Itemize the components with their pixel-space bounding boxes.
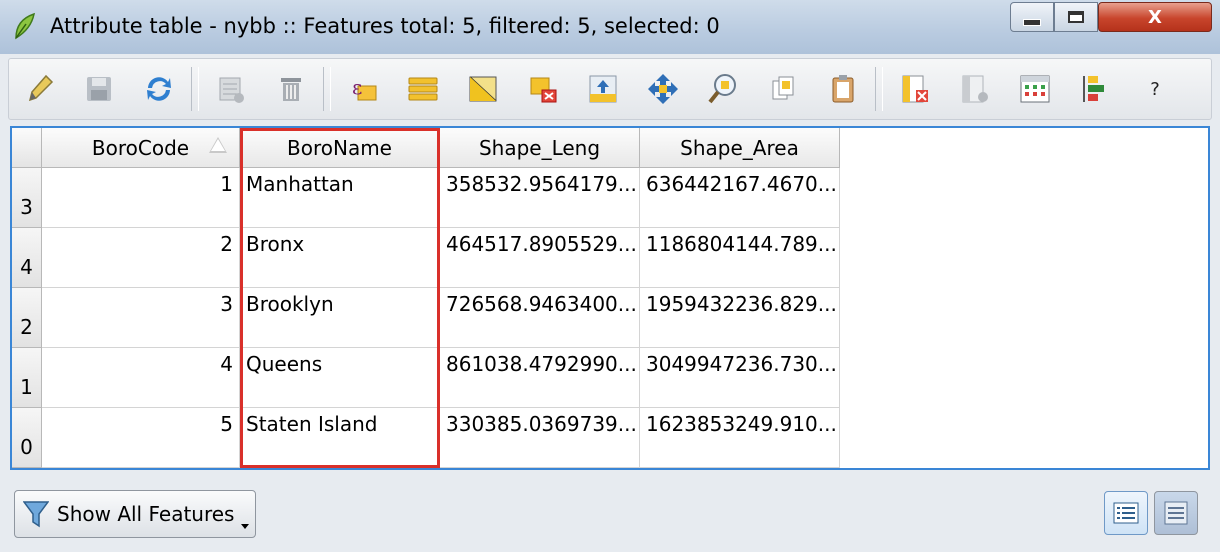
table-cell-boroname[interactable]: Queens bbox=[240, 348, 440, 408]
attribute-table-window: ε ? BoroCode BoroName Shape_Leng Shape_A… bbox=[0, 54, 1220, 552]
table-cell-shape-leng[interactable]: 330385.0369739... bbox=[440, 408, 640, 468]
pan-to-selection-button[interactable] bbox=[633, 62, 693, 116]
paste-features-icon bbox=[832, 75, 854, 103]
field-calculator-icon bbox=[1020, 75, 1050, 103]
maximize-button[interactable] bbox=[1054, 2, 1098, 32]
form-view-button[interactable] bbox=[1154, 491, 1198, 535]
table-cell-shape-area[interactable]: 3049947236.730... bbox=[640, 348, 840, 408]
column-header-label: Shape_Leng bbox=[478, 135, 601, 160]
funnel-icon bbox=[23, 501, 49, 528]
conditional-formatting-button[interactable] bbox=[1065, 62, 1125, 116]
column-header-label: BoroCode bbox=[91, 135, 190, 160]
window-titlebar[interactable]: Attribute table - nybb :: Features total… bbox=[0, 0, 1220, 55]
delete-selected-button[interactable] bbox=[201, 62, 261, 116]
help-icon: ? bbox=[1150, 78, 1160, 100]
show-all-features-button[interactable]: Show All Features bbox=[14, 490, 256, 538]
move-selection-to-top-button[interactable] bbox=[573, 62, 633, 116]
paste-features-button[interactable] bbox=[813, 62, 873, 116]
pencil-edit-icon bbox=[28, 74, 54, 102]
save-edits-button[interactable] bbox=[69, 62, 129, 116]
select-all-button[interactable] bbox=[393, 62, 453, 116]
copy-rows-button[interactable] bbox=[753, 62, 813, 116]
column-header-boroname[interactable]: BoroName bbox=[240, 128, 440, 168]
show-all-features-label: Show All Features bbox=[57, 502, 235, 526]
table-cell-boroname[interactable]: Bronx bbox=[240, 228, 440, 288]
move-selection-to-top-icon bbox=[589, 75, 617, 103]
deselect-all-button[interactable] bbox=[513, 62, 573, 116]
column-header-label: Shape_Area bbox=[680, 135, 799, 160]
column-header-label: BoroName bbox=[287, 135, 392, 160]
reload-button[interactable] bbox=[129, 62, 189, 116]
delete-column-button[interactable] bbox=[885, 62, 945, 116]
sort-ascending-icon bbox=[209, 137, 227, 153]
invert-selection-icon bbox=[469, 76, 497, 102]
table-cell-shape-area[interactable]: 1186804144.789... bbox=[640, 228, 840, 288]
delete-column-icon bbox=[902, 75, 928, 103]
copy-rows-icon bbox=[772, 76, 794, 100]
table-cell-shape-leng[interactable]: 464517.8905529... bbox=[440, 228, 640, 288]
table-cell-borocode[interactable]: 3 bbox=[42, 288, 240, 348]
table-cell-boroname[interactable]: Manhattan bbox=[240, 168, 440, 228]
select-by-expression-button[interactable]: ε bbox=[333, 62, 393, 116]
save-edits-icon bbox=[87, 77, 111, 101]
invert-selection-button[interactable] bbox=[453, 62, 513, 116]
select-all-icon bbox=[408, 77, 438, 101]
delete-icon bbox=[281, 78, 301, 101]
reload-icon bbox=[147, 77, 171, 101]
column-header-borocode[interactable]: BoroCode bbox=[42, 128, 240, 168]
delete-selected-icon bbox=[219, 77, 244, 103]
table-cell-borocode[interactable]: 4 bbox=[42, 348, 240, 408]
zoom-to-selection-icon bbox=[708, 74, 736, 104]
table-cell-shape-leng[interactable]: 726568.9463400... bbox=[440, 288, 640, 348]
close-icon: X bbox=[1148, 6, 1162, 28]
table-cell-shape-leng[interactable]: 358532.9564179... bbox=[440, 168, 640, 228]
zoom-to-selection-button[interactable] bbox=[693, 62, 753, 116]
conditional-formatting-icon bbox=[1083, 76, 1104, 102]
pan-to-selection-icon bbox=[648, 74, 678, 104]
table-cell-shape-area[interactable]: 1959432236.829... bbox=[640, 288, 840, 348]
minimize-icon bbox=[1023, 18, 1041, 26]
table-view-button[interactable] bbox=[1104, 491, 1148, 535]
table-cell-shape-area[interactable]: 1623853249.910... bbox=[640, 408, 840, 468]
minimize-button[interactable] bbox=[1010, 2, 1054, 32]
table-cell-boroname[interactable]: Staten Island bbox=[240, 408, 440, 468]
table-cell-borocode[interactable]: 2 bbox=[42, 228, 240, 288]
qgis-logo-icon bbox=[15, 12, 35, 40]
svg-text:ε: ε bbox=[352, 75, 362, 99]
table-view-icon bbox=[1113, 502, 1139, 524]
row-header[interactable]: 1 bbox=[12, 348, 42, 408]
table-cell-shape-leng[interactable]: 861038.4792990... bbox=[440, 348, 640, 408]
field-calculator-button[interactable] bbox=[1005, 62, 1065, 116]
attribute-table[interactable]: BoroCode BoroName Shape_Leng Shape_Area … bbox=[10, 126, 1210, 470]
add-column-button[interactable] bbox=[945, 62, 1005, 116]
table-cell-borocode[interactable]: 1 bbox=[42, 168, 240, 228]
expression-select-icon: ε bbox=[352, 75, 377, 101]
help-button[interactable]: ? bbox=[1125, 62, 1185, 116]
delete-button[interactable] bbox=[261, 62, 321, 116]
toggle-editing-button[interactable] bbox=[9, 62, 69, 116]
attribute-toolbar: ε ? bbox=[8, 58, 1212, 120]
row-header[interactable]: 2 bbox=[12, 288, 42, 348]
chevron-down-icon bbox=[241, 524, 249, 529]
toolbar-separator bbox=[191, 67, 199, 111]
close-button[interactable]: X bbox=[1098, 2, 1212, 32]
column-header-shape-leng[interactable]: Shape_Leng bbox=[440, 128, 640, 168]
row-header[interactable]: 4 bbox=[12, 228, 42, 288]
table-cell-boroname[interactable]: Brooklyn bbox=[240, 288, 440, 348]
window-title: Attribute table - nybb :: Features total… bbox=[50, 14, 720, 38]
table-cell-shape-area[interactable]: 636442167.4670... bbox=[640, 168, 840, 228]
table-corner[interactable] bbox=[12, 128, 42, 168]
row-header[interactable]: 3 bbox=[12, 168, 42, 228]
maximize-icon bbox=[1068, 11, 1084, 23]
column-header-shape-area[interactable]: Shape_Area bbox=[640, 128, 840, 168]
toolbar-separator bbox=[323, 67, 331, 111]
row-header[interactable]: 0 bbox=[12, 408, 42, 468]
add-column-icon bbox=[962, 75, 988, 103]
toolbar-separator bbox=[875, 67, 883, 111]
form-view-icon bbox=[1164, 501, 1188, 525]
deselect-all-icon bbox=[530, 77, 557, 103]
table-cell-borocode[interactable]: 5 bbox=[42, 408, 240, 468]
